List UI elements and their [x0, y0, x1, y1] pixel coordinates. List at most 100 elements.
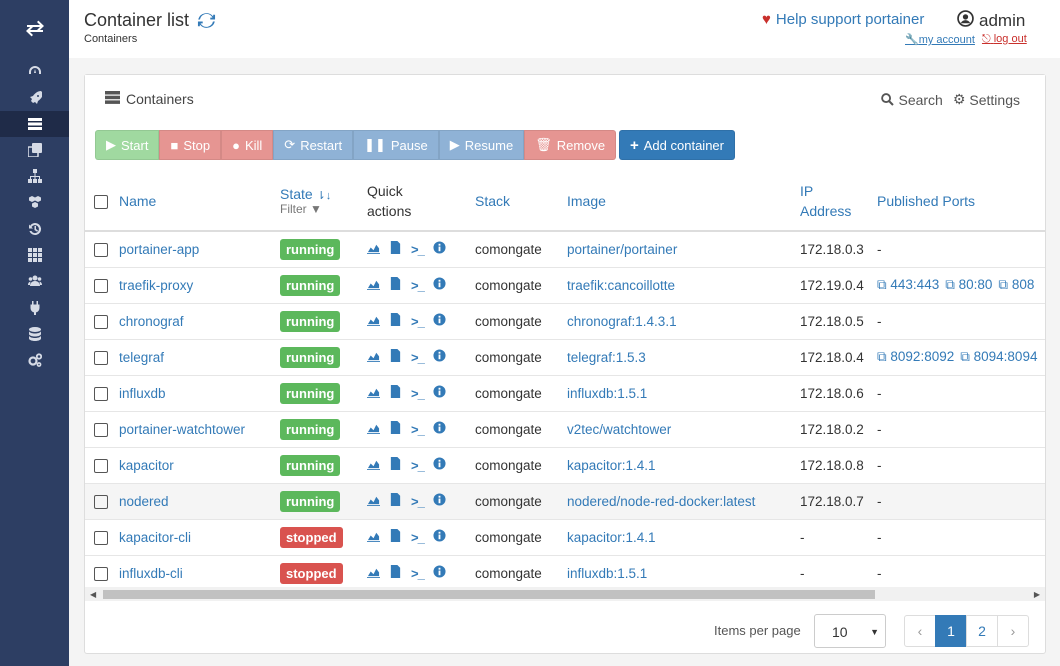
sidebar-item-clone[interactable]: [0, 137, 69, 163]
logs-icon[interactable]: [389, 349, 402, 365]
search-toggle[interactable]: Search: [881, 91, 943, 108]
sidebar-item-cogs[interactable]: [0, 347, 69, 373]
port-link[interactable]: ⧉ 808: [998, 277, 1034, 292]
container-name-link[interactable]: kapacitor: [119, 458, 174, 473]
row-checkbox[interactable]: [94, 386, 108, 401]
info-icon[interactable]: [433, 565, 446, 581]
scroll-left-icon[interactable]: ◀: [90, 590, 96, 599]
image-link[interactable]: influxdb:1.5.1: [567, 386, 647, 401]
sidebar-item-users[interactable]: [0, 268, 69, 294]
help-support-link[interactable]: ♥ Help support portainer: [762, 11, 924, 28]
image-link[interactable]: v2tec/watchtower: [567, 422, 671, 437]
row-checkbox[interactable]: [94, 530, 108, 545]
col-state[interactable]: State ⇂↓ Filter ▼: [280, 171, 367, 232]
image-link[interactable]: kapacitor:1.4.1: [567, 530, 656, 545]
stop-button[interactable]: ■ Stop: [159, 130, 222, 160]
console-icon[interactable]: >_: [411, 278, 425, 293]
sidebar-item-list[interactable]: [0, 110, 69, 137]
console-icon[interactable]: >_: [411, 386, 425, 401]
logs-icon[interactable]: [389, 565, 402, 581]
stats-icon[interactable]: [367, 529, 380, 545]
sidebar-item-th[interactable]: [0, 242, 69, 268]
logs-icon[interactable]: [389, 529, 402, 545]
prev-page-button[interactable]: ‹: [904, 615, 936, 647]
remove-button[interactable]: 🗑 Remove: [524, 130, 617, 160]
logs-icon[interactable]: [389, 241, 402, 257]
info-icon[interactable]: [433, 313, 446, 329]
image-link[interactable]: kapacitor:1.4.1: [567, 458, 656, 473]
port-link[interactable]: ⧉ 80:80: [945, 277, 992, 292]
stats-icon[interactable]: [367, 493, 380, 509]
image-link[interactable]: portainer/portainer: [567, 242, 677, 257]
console-icon[interactable]: >_: [411, 242, 425, 257]
logs-icon[interactable]: [389, 277, 402, 293]
sidebar-item-sitemap[interactable]: [0, 163, 69, 189]
logs-icon[interactable]: [389, 457, 402, 473]
row-checkbox[interactable]: [94, 566, 108, 581]
my-account-link[interactable]: 🔧my account: [905, 33, 975, 46]
logout-link[interactable]: ⎋ log out: [982, 33, 1027, 46]
stats-icon[interactable]: [367, 421, 380, 437]
restart-button[interactable]: ⟳ Restart: [273, 130, 354, 160]
stats-icon[interactable]: [367, 241, 380, 257]
col-image[interactable]: Image: [567, 171, 800, 232]
items-per-page-select[interactable]: 10 ▼: [814, 614, 886, 648]
col-name[interactable]: Name: [119, 171, 280, 232]
console-icon[interactable]: >_: [411, 530, 425, 545]
image-link[interactable]: telegraf:1.5.3: [567, 350, 646, 365]
info-icon[interactable]: [433, 385, 446, 401]
port-link[interactable]: ⧉ 8092:8092: [877, 349, 954, 364]
select-all-checkbox[interactable]: [94, 194, 108, 209]
refresh-icon[interactable]: [197, 11, 217, 31]
start-button[interactable]: ▶ Start: [95, 130, 160, 160]
sidebar-item-database[interactable]: [0, 321, 69, 347]
row-checkbox[interactable]: [94, 242, 108, 257]
container-name-link[interactable]: nodered: [119, 494, 169, 509]
stats-icon[interactable]: [367, 277, 380, 293]
kill-button[interactable]: ● Kill: [221, 130, 274, 160]
resume-button[interactable]: ▶ Resume: [438, 130, 525, 160]
settings-toggle[interactable]: ⚙ Settings: [953, 91, 1020, 108]
image-link[interactable]: traefik:cancoillotte: [567, 278, 675, 293]
stats-icon[interactable]: [367, 349, 380, 365]
row-checkbox[interactable]: [94, 494, 108, 509]
info-icon[interactable]: [433, 493, 446, 509]
row-checkbox[interactable]: [94, 278, 108, 293]
info-icon[interactable]: [433, 241, 446, 257]
container-name-link[interactable]: traefik-proxy: [119, 278, 193, 293]
info-icon[interactable]: [433, 421, 446, 437]
container-name-link[interactable]: chronograf: [119, 314, 184, 329]
port-link[interactable]: ⧉ 443:443: [877, 277, 939, 292]
sidebar-item-plug[interactable]: [0, 295, 69, 321]
state-filter[interactable]: Filter ▼: [280, 202, 367, 216]
logs-icon[interactable]: [389, 385, 402, 401]
container-name-link[interactable]: portainer-watchtower: [119, 422, 245, 437]
port-link[interactable]: ⧉ 8094:8094: [960, 349, 1037, 364]
stats-icon[interactable]: [367, 565, 380, 581]
stats-icon[interactable]: [367, 313, 380, 329]
stats-icon[interactable]: [367, 457, 380, 473]
col-stack[interactable]: Stack: [475, 171, 567, 232]
sidebar-item-history[interactable]: [0, 216, 69, 242]
image-link[interactable]: nodered/node-red-docker:latest: [567, 494, 755, 509]
console-icon[interactable]: >_: [411, 350, 425, 365]
row-checkbox[interactable]: [94, 350, 108, 365]
container-name-link[interactable]: influxdb-cli: [119, 566, 183, 581]
image-link[interactable]: chronograf:1.4.3.1: [567, 314, 677, 329]
info-icon[interactable]: [433, 349, 446, 365]
info-icon[interactable]: [433, 277, 446, 293]
console-icon[interactable]: >_: [411, 458, 425, 473]
sidebar-item-cubes[interactable]: [0, 190, 69, 216]
col-ip[interactable]: IP Address: [800, 171, 877, 232]
console-icon[interactable]: >_: [411, 494, 425, 509]
container-name-link[interactable]: portainer-app: [119, 242, 199, 257]
container-name-link[interactable]: influxdb: [119, 386, 166, 401]
info-icon[interactable]: [433, 457, 446, 473]
logs-icon[interactable]: [389, 421, 402, 437]
container-name-link[interactable]: telegraf: [119, 350, 164, 365]
add-container-button[interactable]: + Add container: [619, 130, 735, 160]
container-name-link[interactable]: kapacitor-cli: [119, 530, 191, 545]
scrollbar-thumb[interactable]: [103, 590, 875, 599]
stats-icon[interactable]: [367, 385, 380, 401]
row-checkbox[interactable]: [94, 314, 108, 329]
